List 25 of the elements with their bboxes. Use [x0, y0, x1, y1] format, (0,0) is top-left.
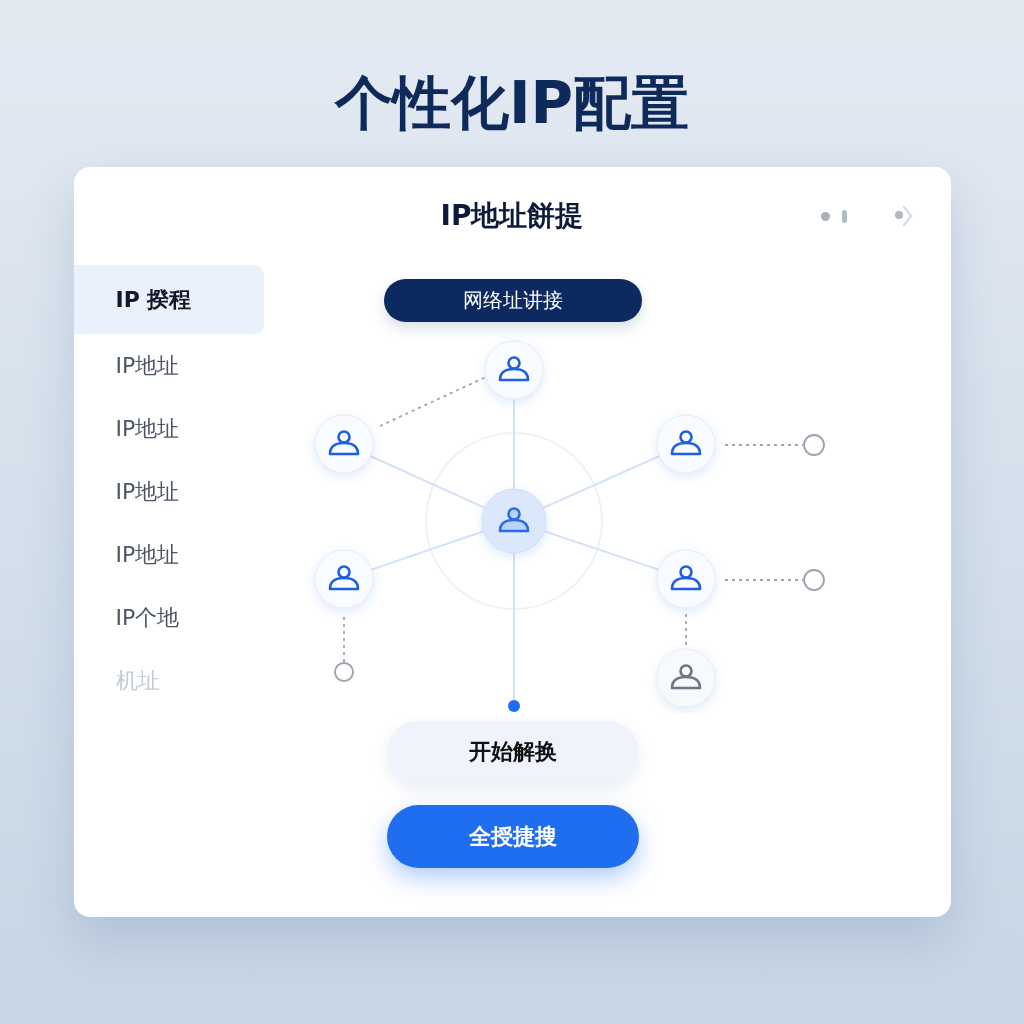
dot-icon: [507, 700, 520, 712]
sidebar-item[interactable]: IP地址: [73, 397, 264, 460]
page-heading: 个性化IP配置: [334, 68, 690, 138]
secondary-button[interactable]: 开始解换: [386, 721, 639, 783]
person-icon: [328, 430, 359, 456]
sidebar-item[interactable]: IP地址: [73, 523, 264, 586]
ring-icon: [802, 569, 825, 591]
person-icon: [670, 565, 701, 591]
person-icon: [498, 507, 529, 533]
dotted-connector: [342, 616, 345, 663]
category-chip: 网络址讲接: [383, 279, 642, 322]
sidebar-item[interactable]: IP地址: [73, 334, 264, 397]
sidebar-item[interactable]: IP地址: [73, 460, 264, 523]
ring-icon: [333, 662, 354, 682]
bar-icon[interactable]: [841, 209, 847, 223]
window-title: IP地址餅提: [440, 198, 584, 234]
person-icon: [670, 664, 701, 690]
sidebar-item[interactable]: IP 揆程: [73, 265, 264, 334]
person-icon: [328, 565, 359, 591]
dot-icon[interactable]: [820, 211, 830, 221]
sidebar-item[interactable]: IP个地: [73, 586, 264, 649]
person-icon: [498, 356, 529, 382]
ring-icon: [802, 434, 825, 456]
person-icon: [670, 430, 701, 456]
primary-button[interactable]: 全授捷搜: [386, 805, 639, 868]
